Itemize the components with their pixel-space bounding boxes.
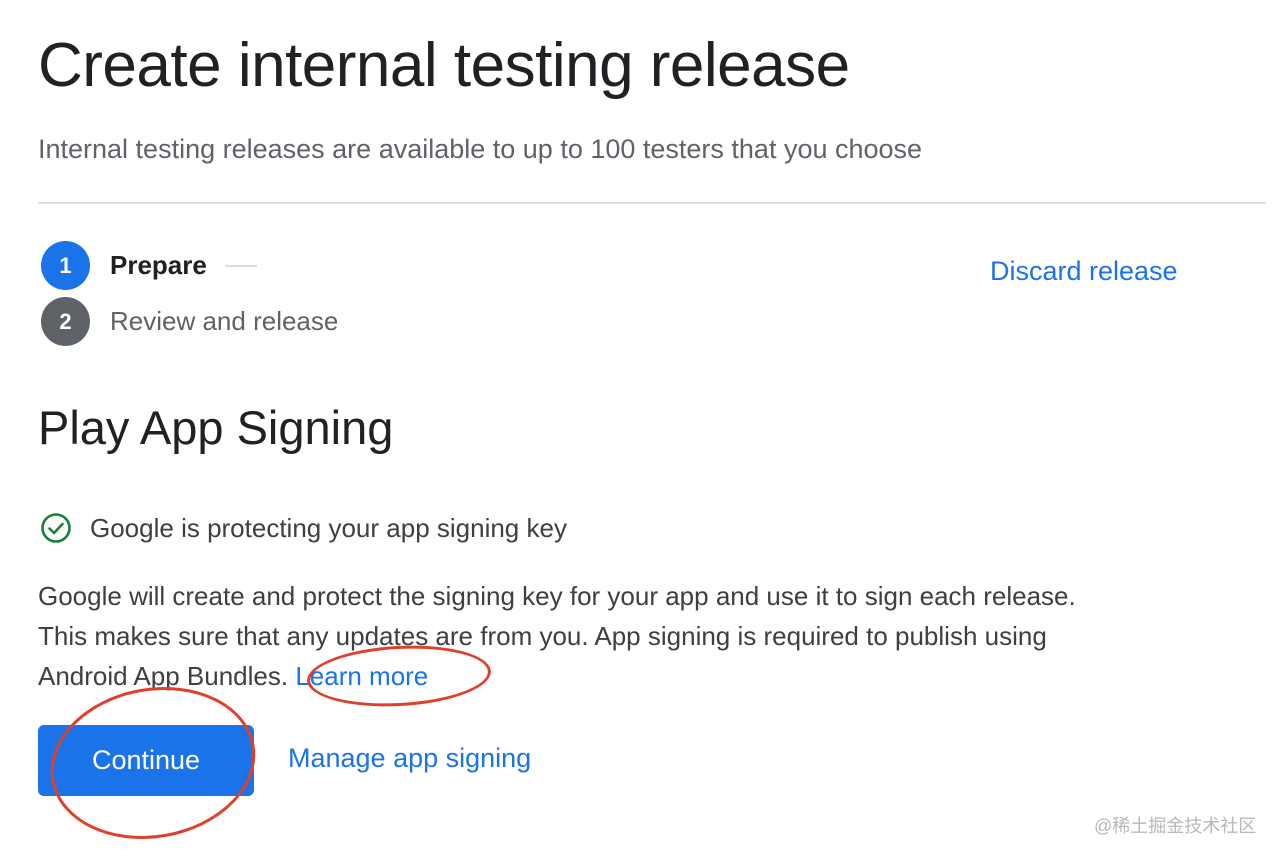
signing-status-text: Google is protecting your app signing ke… [90, 512, 567, 543]
continue-button[interactable]: Continue [38, 725, 254, 796]
description-line-last: Android App Bundles. Learn more [38, 656, 1238, 696]
step-label-prepare: Prepare [110, 250, 207, 280]
description-line-text: Android App Bundles. [38, 661, 289, 691]
page-subtitle: Internal testing releases are available … [38, 134, 923, 164]
description-line: This makes sure that any updates are fro… [38, 621, 1047, 651]
description-line: Google will create and protect the signi… [38, 581, 1076, 611]
page: Create internal testing release Internal… [0, 0, 1278, 856]
discard-release-link[interactable]: Discard release [990, 256, 1178, 287]
step-number-badge: 2 [41, 297, 90, 346]
step-label-review: Review and release [110, 306, 339, 336]
check-circle-icon [40, 512, 72, 544]
watermark: @稀土掘金技术社区 [1094, 816, 1257, 836]
header-divider [38, 202, 1266, 204]
manage-app-signing-link[interactable]: Manage app signing [288, 743, 531, 774]
step-prepare: 1 Prepare [41, 241, 257, 290]
page-title: Create internal testing release [38, 31, 850, 100]
step-number-badge: 1 [41, 241, 90, 290]
signing-status: Google is protecting your app signing ke… [40, 512, 567, 544]
learn-more-link[interactable]: Learn more [295, 661, 428, 691]
step-connector [224, 264, 257, 267]
signing-description: Google will create and protect the signi… [38, 576, 1238, 696]
section-title: Play App Signing [38, 401, 394, 454]
step-review-and-release: 2 Review and release [41, 297, 338, 346]
